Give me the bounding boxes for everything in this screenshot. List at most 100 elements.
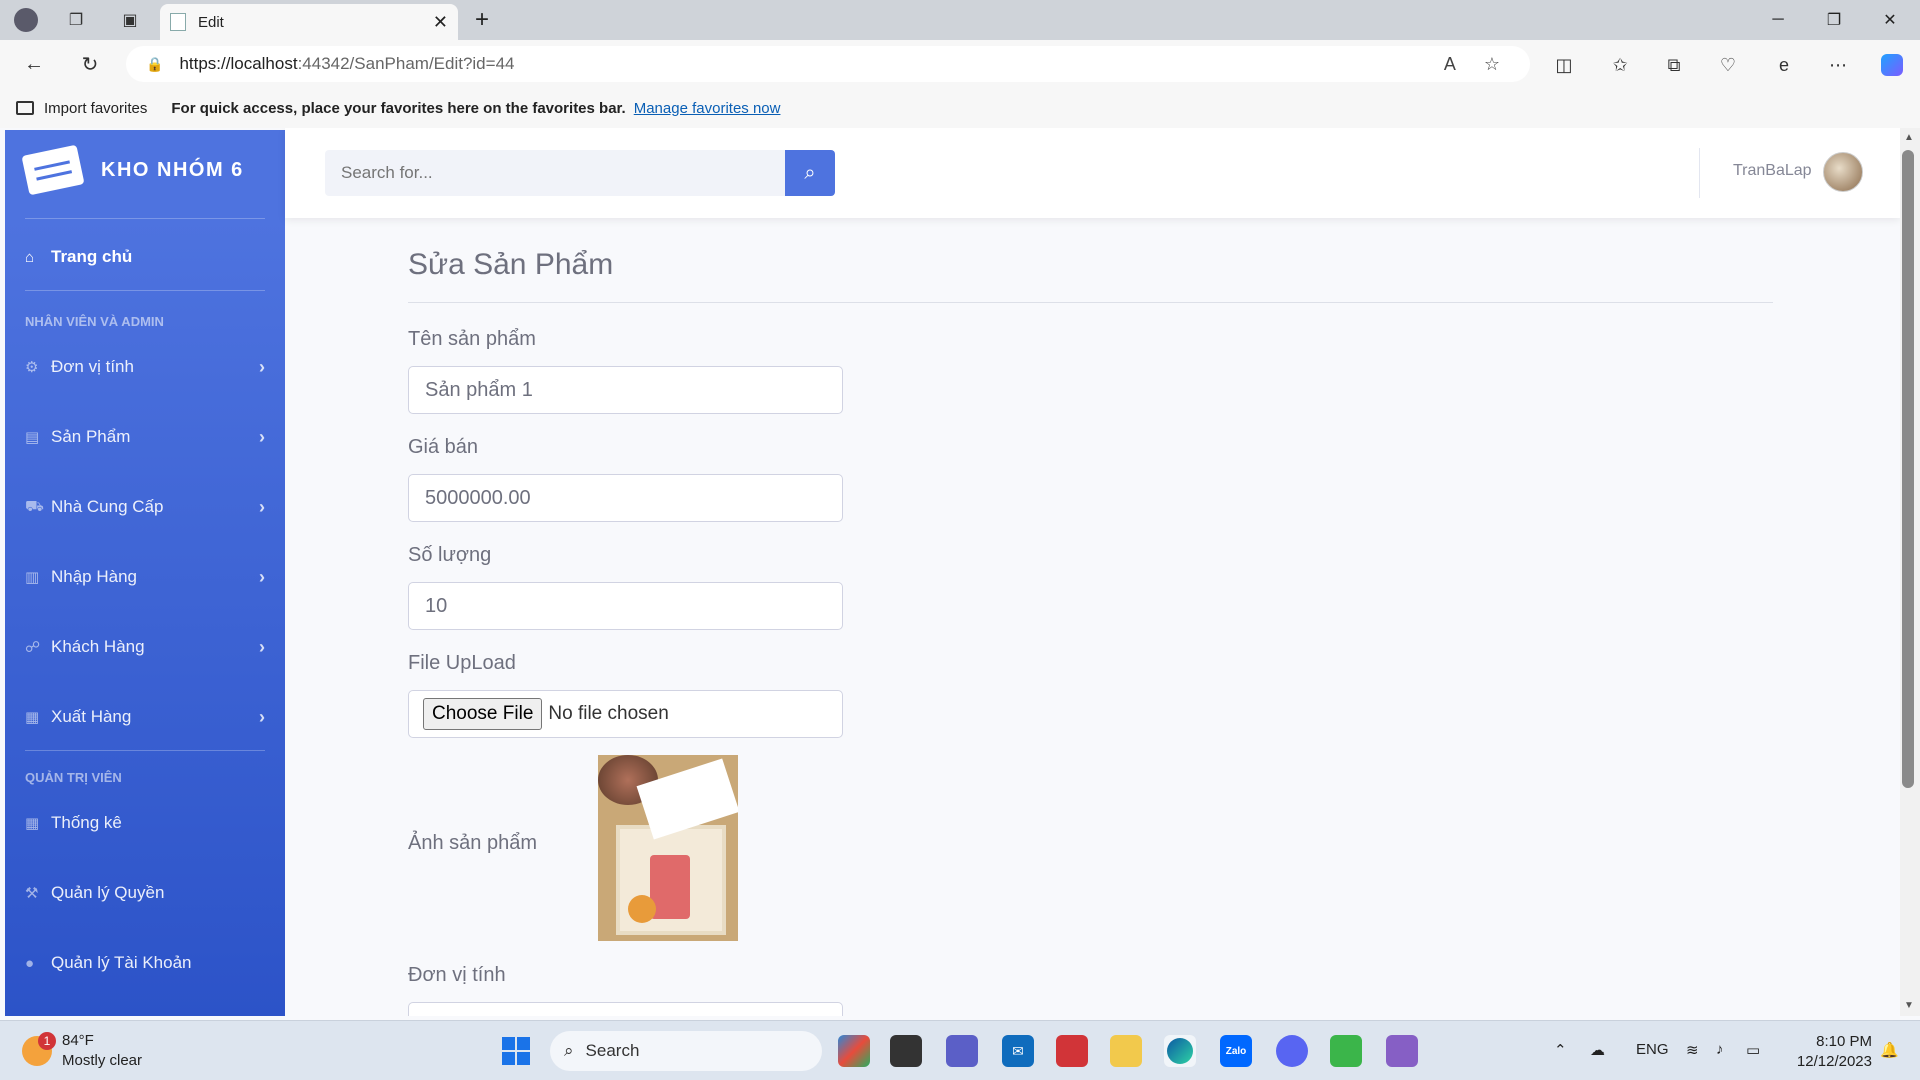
notification-badge: 1 bbox=[38, 1032, 56, 1050]
import-icon: ▥ bbox=[25, 569, 40, 586]
sidebar: KHO NHÓM 6 ⌂ Trang chủ NHÂN VIÊN VÀ ADMI… bbox=[5, 130, 285, 1016]
mail-icon[interactable]: ✉ bbox=[1002, 1035, 1034, 1067]
browser-essentials-icon[interactable]: ♡ bbox=[1716, 54, 1740, 76]
teams-icon[interactable] bbox=[946, 1035, 978, 1067]
collections-icon[interactable]: ⧉ bbox=[1662, 54, 1686, 76]
file-manager-icon[interactable] bbox=[890, 1035, 922, 1067]
search-icon: ⌕ bbox=[564, 1041, 574, 1060]
new-tab-button[interactable]: + bbox=[468, 6, 496, 34]
manage-favorites-link[interactable]: Manage favorites now bbox=[634, 100, 781, 117]
sidebar-item-label: Thống kê bbox=[51, 813, 122, 832]
user-name[interactable]: TranBaLap bbox=[1733, 162, 1812, 180]
start-icon[interactable] bbox=[500, 1035, 532, 1067]
clock-date: 12/12/2023 bbox=[1796, 1053, 1872, 1070]
page-favicon-icon bbox=[170, 13, 186, 31]
discord-icon[interactable] bbox=[1276, 1035, 1308, 1067]
truck-icon: ⛟ bbox=[25, 497, 44, 515]
visual-studio-icon[interactable] bbox=[1386, 1035, 1418, 1067]
vertical-tabs-icon[interactable]: ▣ bbox=[118, 8, 142, 32]
image-label: Ảnh sản phẩm bbox=[408, 832, 537, 854]
search-form: ⌕ bbox=[325, 150, 835, 196]
url-path: :44342/SanPham/Edit?id=44 bbox=[297, 54, 515, 73]
import-favorites-button[interactable]: Import favorites bbox=[16, 100, 147, 117]
sidebar-item-label: Nhập Hàng bbox=[51, 567, 138, 586]
back-icon[interactable]: ← bbox=[20, 50, 48, 78]
edge-bar-icon[interactable]: e bbox=[1772, 54, 1796, 76]
search-button[interactable]: ⌕ bbox=[785, 150, 835, 196]
copilot-icon[interactable] bbox=[1880, 54, 1904, 76]
brand-link[interactable]: KHO NHÓM 6 bbox=[21, 144, 244, 196]
store-icon[interactable] bbox=[1056, 1035, 1088, 1067]
avatar[interactable] bbox=[1823, 152, 1863, 192]
close-tab-icon[interactable]: ✕ bbox=[433, 12, 448, 33]
more-menu-icon[interactable]: ⋯ bbox=[1826, 54, 1850, 76]
weather-desc: Mostly clear bbox=[62, 1052, 143, 1069]
scroll-up-icon[interactable]: ▲ bbox=[1902, 132, 1916, 144]
browser-tab-bar: ❐ ▣ Edit ✕ + ─ ❐ ✕ bbox=[0, 0, 1920, 40]
sidebar-item-statistics[interactable]: ▦ Thống kê bbox=[25, 808, 265, 838]
sidebar-item-label: Đơn vị tính bbox=[51, 357, 134, 376]
sidebar-item-suppliers[interactable]: ⛟ Nhà Cung Cấp › bbox=[25, 492, 265, 522]
gear-icon: ⚙ bbox=[25, 359, 39, 376]
scroll-down-icon[interactable]: ▼ bbox=[1902, 1000, 1916, 1012]
sidebar-item-accounts[interactable]: ● Quản lý Tài Khoản bbox=[25, 948, 265, 978]
name-field[interactable]: Sản phẩm 1 bbox=[408, 366, 843, 414]
name-label: Tên sản phẩm bbox=[408, 328, 536, 350]
close-window-icon[interactable]: ✕ bbox=[1870, 6, 1910, 34]
choose-file-button[interactable]: Choose File bbox=[423, 698, 543, 730]
tab-edit[interactable]: Edit ✕ bbox=[160, 4, 458, 40]
onedrive-icon[interactable]: ☁ bbox=[1590, 1041, 1605, 1059]
restore-icon[interactable]: ❐ bbox=[1814, 6, 1854, 34]
notification-bell-icon[interactable]: 🔔 bbox=[1880, 1041, 1899, 1059]
sidebar-item-customers[interactable]: ☍ Khách Hàng › bbox=[25, 632, 265, 662]
unit-label: Đơn vị tính bbox=[408, 964, 506, 986]
file-upload-input[interactable]: Choose File No file chosen bbox=[408, 690, 843, 738]
url-field[interactable]: 🔒 https://localhost:44342/SanPham/Edit?i… bbox=[126, 46, 1530, 82]
sidebar-item-import[interactable]: ▥ Nhập Hàng › bbox=[25, 562, 265, 592]
price-label: Giá bán bbox=[408, 436, 479, 458]
home-icon: ⌂ bbox=[25, 248, 35, 266]
favorites-icon[interactable]: ✩ bbox=[1608, 54, 1632, 76]
app-icon[interactable] bbox=[1330, 1035, 1362, 1067]
heading-divider bbox=[408, 302, 1773, 303]
sidebar-item-products[interactable]: ▤ Sản Phẩm › bbox=[25, 422, 265, 452]
lock-icon[interactable]: 🔒 bbox=[146, 56, 163, 73]
taskbar-search[interactable]: ⌕ Search bbox=[550, 1031, 822, 1071]
search-input[interactable] bbox=[325, 150, 785, 196]
battery-icon[interactable]: ▭ bbox=[1746, 1041, 1760, 1059]
topbar: ⌕ TranBaLap bbox=[285, 128, 1900, 218]
weather-widget[interactable]: 1 84°F Mostly clear bbox=[22, 1031, 142, 1071]
workspaces-icon[interactable]: ❐ bbox=[64, 8, 88, 32]
chevron-up-icon[interactable]: ⌃ bbox=[1554, 1041, 1567, 1059]
user-icon: ● bbox=[25, 954, 35, 972]
sidebar-item-units[interactable]: ⚙ Đơn vị tính › bbox=[25, 352, 265, 382]
minimize-icon[interactable]: ─ bbox=[1758, 6, 1798, 34]
weather-temp: 84°F bbox=[62, 1032, 94, 1049]
taskbar-search-label: Search bbox=[585, 1041, 640, 1060]
cart-icon: ▤ bbox=[25, 429, 40, 446]
zalo-icon[interactable]: Zalo bbox=[1220, 1035, 1252, 1067]
volume-icon[interactable]: ♪ bbox=[1716, 1041, 1724, 1058]
sidebar-item-export[interactable]: ▦ Xuất Hàng › bbox=[25, 702, 265, 732]
clock[interactable]: 8:10 PM 12/12/2023 bbox=[1786, 1032, 1872, 1072]
clock-time: 8:10 PM bbox=[1816, 1033, 1872, 1050]
folder-icon[interactable] bbox=[1110, 1035, 1142, 1067]
sidebar-item-home[interactable]: ⌂ Trang chủ bbox=[25, 242, 265, 272]
language-indicator[interactable]: ENG bbox=[1636, 1041, 1669, 1058]
brand-name: KHO NHÓM 6 bbox=[101, 158, 244, 181]
sidebar-item-label: Khách Hàng bbox=[51, 637, 145, 656]
read-aloud-icon[interactable]: A bbox=[1444, 54, 1456, 75]
wifi-icon[interactable]: ≋ bbox=[1686, 1041, 1699, 1059]
profile-avatar-icon[interactable] bbox=[14, 8, 38, 32]
scrollbar-thumb[interactable] bbox=[1902, 150, 1914, 788]
sidebar-item-permissions[interactable]: ⚒ Quản lý Quyền bbox=[25, 878, 265, 908]
split-screen-icon[interactable]: ◫ bbox=[1552, 54, 1576, 76]
unit-select[interactable] bbox=[408, 1002, 843, 1016]
copilot-app-icon[interactable] bbox=[838, 1035, 870, 1067]
favorite-star-icon[interactable]: ☆ bbox=[1484, 54, 1500, 75]
price-field[interactable]: 5000000.00 bbox=[408, 474, 843, 522]
chevron-right-icon: › bbox=[259, 636, 265, 657]
refresh-icon[interactable]: ↻ bbox=[76, 50, 104, 78]
edge-icon[interactable] bbox=[1164, 1035, 1196, 1067]
quantity-field[interactable]: 10 bbox=[408, 582, 843, 630]
